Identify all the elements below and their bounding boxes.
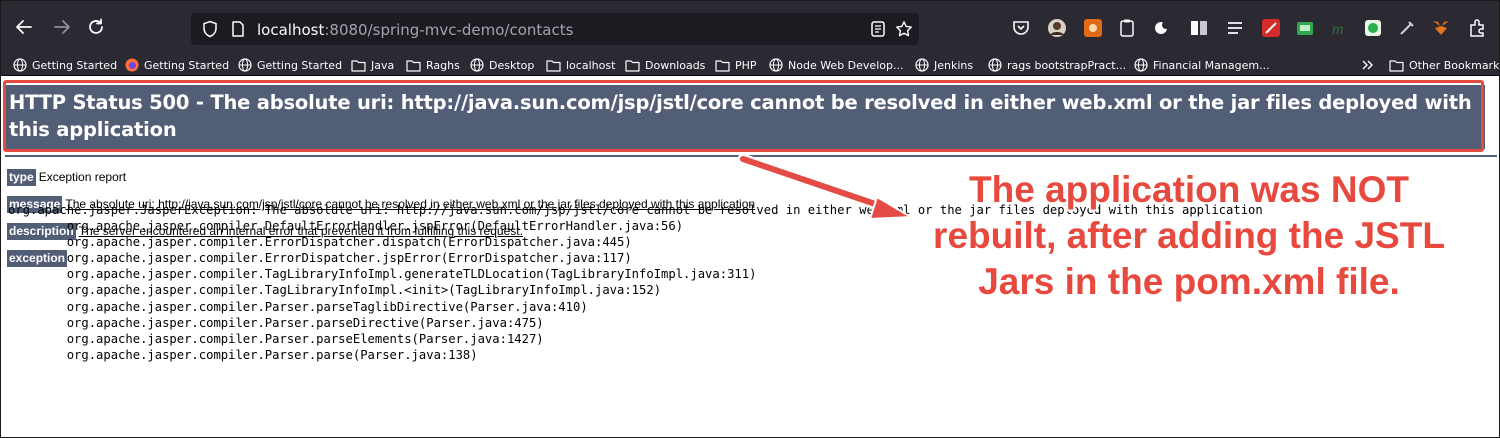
globe-icon xyxy=(238,58,252,72)
bookmark-folder[interactable]: Raghs xyxy=(406,56,460,74)
bookmark-label: Node Web Develop... xyxy=(788,58,904,72)
reload-button[interactable] xyxy=(83,14,109,40)
bookmark-label: Raghs xyxy=(426,58,460,72)
bookmark-label: PHP xyxy=(735,58,757,72)
extension-list-icon[interactable] xyxy=(1225,18,1245,38)
annotation-highlight-box xyxy=(3,80,1484,152)
extension-green-icon[interactable] xyxy=(1295,18,1315,38)
folder-icon xyxy=(546,59,561,72)
stack-trace-line: org.apache.jasper.compiler.TagLibraryInf… xyxy=(66,283,662,298)
type-label: type xyxy=(7,169,36,186)
stack-trace-line: org.apache.jasper.compiler.Parser.parseD… xyxy=(66,315,544,330)
extension-red-icon[interactable] xyxy=(1261,18,1281,38)
stack-trace-line: org.apache.jasper.compiler.ErrorDispatch… xyxy=(66,235,632,250)
url-text[interactable]: localhost:8080/spring-mvc-demo/contacts xyxy=(257,21,573,39)
screenshot-frame: localhost:8080/spring-mvc-demo/contacts … xyxy=(0,0,1500,438)
arrow-left-icon xyxy=(16,20,32,34)
library-icon[interactable] xyxy=(1189,18,1209,38)
bookmark-label: rags bootstrapPract... xyxy=(1007,58,1127,72)
globe-icon xyxy=(13,58,27,72)
bookmark-label: Getting Started xyxy=(144,58,230,72)
back-button[interactable] xyxy=(11,14,37,40)
pocket-icon[interactable] xyxy=(1011,18,1031,38)
chevron-double-right-icon xyxy=(1362,60,1373,70)
metamask-fox-icon[interactable] xyxy=(1431,18,1451,38)
globe-icon xyxy=(470,58,484,72)
bookmark-item[interactable]: Node Web Develop... xyxy=(769,56,903,74)
bookmark-label: Financial Managem... xyxy=(1153,58,1270,72)
reader-view-icon[interactable] xyxy=(869,20,887,38)
firefox-icon xyxy=(125,58,139,72)
folder-icon xyxy=(625,59,640,72)
clipboard-icon[interactable] xyxy=(1117,18,1137,38)
bookmark-item[interactable]: Getting Started xyxy=(125,56,229,74)
folder-icon xyxy=(406,59,421,72)
stack-trace-line: org.apache.jasper.compiler.DefaultErrorH… xyxy=(66,219,684,234)
bookmark-item[interactable]: Financial Managem... xyxy=(1134,56,1270,74)
bookmarks-overflow-button[interactable] xyxy=(1361,56,1375,74)
url-host: localhost xyxy=(257,21,325,39)
globe-icon xyxy=(988,58,1002,72)
url-path: :8080/spring-mvc-demo/contacts xyxy=(324,21,574,39)
type-row: type Exception report xyxy=(7,169,127,186)
folder-icon xyxy=(351,59,366,72)
stack-trace-line: org.apache.jasper.compiler.ErrorDispatch… xyxy=(66,251,632,266)
bookmark-label: Java xyxy=(371,58,395,72)
bookmark-label: Getting Started xyxy=(257,58,343,72)
stack-trace-line: org.apache.jasper.compiler.Parser.parse(… xyxy=(66,347,478,362)
extension-orange-icon[interactable] xyxy=(1083,18,1103,38)
divider xyxy=(5,155,1497,157)
annotation-callout-text: The application was NOT rebuilt, after a… xyxy=(933,169,1445,302)
bookmark-folder[interactable]: localhost xyxy=(546,56,615,74)
globe-icon xyxy=(915,58,929,72)
bookmark-label: localhost xyxy=(566,58,616,72)
globe-icon xyxy=(769,58,783,72)
stack-trace-line: org.apache.jasper.compiler.TagLibraryInf… xyxy=(66,267,757,282)
bookmark-item[interactable]: rags bootstrapPract... xyxy=(988,56,1126,74)
folder-icon xyxy=(715,59,730,72)
arrow-right-icon xyxy=(54,20,70,34)
bookmark-label: Jenkins xyxy=(934,58,974,72)
bookmark-folder[interactable]: Downloads xyxy=(625,56,705,74)
reload-icon xyxy=(89,18,103,34)
stack-trace-line: org.apache.jasper.compiler.Parser.parseE… xyxy=(66,331,544,346)
extension-dark-icon[interactable] xyxy=(1153,18,1173,38)
bookmark-star-icon[interactable] xyxy=(895,20,913,38)
bookmark-label: Desktop xyxy=(489,58,535,72)
extension-green-dot-icon[interactable] xyxy=(1363,18,1383,38)
page-icon[interactable] xyxy=(229,20,247,38)
address-bar[interactable]: localhost:8080/spring-mvc-demo/contacts xyxy=(191,13,919,45)
bookmark-folder[interactable]: PHP xyxy=(715,56,757,74)
bookmark-item[interactable]: Jenkins xyxy=(915,56,973,74)
bookmark-item[interactable]: Getting Started xyxy=(238,56,342,74)
svg-text:m: m xyxy=(1332,21,1344,38)
bookmark-item[interactable]: Getting Started xyxy=(13,56,117,74)
forward-button[interactable] xyxy=(49,14,75,40)
extension-m-icon[interactable]: m xyxy=(1329,18,1349,38)
globe-icon xyxy=(1134,58,1148,72)
extension-tool-icon[interactable] xyxy=(1397,18,1417,38)
other-bookmarks-folder[interactable]: Other Bookmarks xyxy=(1389,56,1500,74)
bookmark-item[interactable]: Desktop xyxy=(470,56,534,74)
extensions-puzzle-icon[interactable] xyxy=(1467,18,1487,38)
stack-trace-line: org.apache.jasper.compiler.Parser.parseT… xyxy=(66,299,588,314)
bookmark-label: Downloads xyxy=(645,58,706,72)
shield-icon[interactable] xyxy=(201,20,219,38)
browser-toolbar: localhost:8080/spring-mvc-demo/contacts … xyxy=(1,1,1499,53)
bookmark-label: Other Bookmarks xyxy=(1409,58,1500,72)
folder-icon xyxy=(1389,59,1404,72)
type-value: Exception report xyxy=(38,170,127,184)
bookmark-label: Getting Started xyxy=(32,58,118,72)
account-avatar-icon[interactable] xyxy=(1047,18,1067,38)
bookmark-folder[interactable]: Java xyxy=(351,56,394,74)
bookmarks-toolbar: Getting Started Getting Started Getting … xyxy=(1,53,1500,76)
